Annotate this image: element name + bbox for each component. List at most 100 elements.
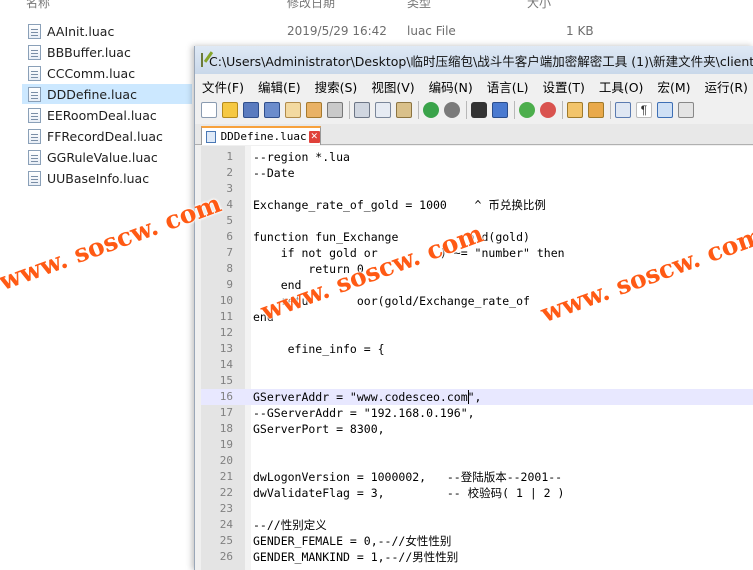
close-file-icon[interactable]	[285, 101, 301, 118]
zoom-in-icon[interactable]	[519, 101, 535, 118]
code-line[interactable]: 13 efine_info = {	[201, 341, 753, 357]
line-number: 9	[226, 278, 233, 291]
menu-file[interactable]: 文件(F)	[195, 77, 251, 96]
cut-icon[interactable]	[354, 101, 370, 118]
show-all-characters-icon[interactable]: ¶	[636, 101, 652, 118]
column-header-size[interactable]: 大小	[527, 0, 551, 11]
file-row[interactable]: UUBaseInfo.luac	[22, 168, 192, 188]
column-header-type[interactable]: 类型	[407, 0, 431, 11]
indent-guide-icon[interactable]	[657, 101, 673, 118]
code-line[interactable]: 23	[201, 501, 753, 517]
code-line[interactable]: 14	[201, 357, 753, 373]
tab-dddefine[interactable]: DDDefine.luac ✕	[201, 126, 321, 145]
save-all-icon[interactable]	[264, 101, 280, 118]
line-number: 1	[226, 150, 233, 163]
file-name: FFRecordDeal.luac	[47, 128, 163, 144]
code-line[interactable]: 5	[201, 213, 753, 229]
code-line[interactable]: 26 GENDER_MANKIND = 1,--//男性性别	[201, 549, 753, 565]
code-line[interactable]: 10 retu oor(gold/Exchange_rate_of	[201, 293, 753, 309]
code-text: return 0	[253, 262, 364, 276]
file-row[interactable]: FFRecordDeal.luac	[22, 126, 192, 146]
file-date: 2019/5/29 16:42	[287, 24, 387, 38]
line-number: 6	[226, 230, 233, 243]
menu-language[interactable]: 语言(L)	[480, 77, 536, 96]
code-line[interactable]: 3	[201, 181, 753, 197]
menu-view[interactable]: 视图(V)	[364, 77, 421, 96]
copy-icon[interactable]	[375, 101, 391, 118]
code-text: end	[253, 310, 274, 324]
code-line[interactable]: 19	[201, 437, 753, 453]
code-text: dwLogonVersion = 1000002, --登陆版本--2001--	[253, 470, 563, 484]
menu-encoding[interactable]: 编码(N)	[422, 77, 480, 96]
code-text: GServerAddr = "www.codesceo.com",	[253, 390, 482, 404]
code-line[interactable]: 1 --region *.lua	[201, 149, 753, 165]
file-icon	[28, 86, 41, 102]
code-line[interactable]: 25 GENDER_FEMALE = 0,--//女性性别	[201, 533, 753, 549]
sync-scroll-v-icon[interactable]	[567, 101, 583, 118]
menu-settings[interactable]: 设置(T)	[535, 77, 591, 96]
line-number: 11	[219, 310, 233, 323]
column-header-name[interactable]: 名称	[26, 0, 50, 11]
zoom-out-icon[interactable]	[540, 101, 556, 118]
menu-edit[interactable]: 编辑(E)	[251, 77, 308, 96]
code-line[interactable]: 17 --GServerAddr = "192.168.0.196",	[201, 405, 753, 421]
line-number: 2	[226, 166, 233, 179]
print-icon[interactable]	[327, 101, 343, 118]
file-icon	[28, 65, 41, 81]
file-row[interactable]: BBBuffer.luac	[22, 42, 192, 62]
line-number: 18	[219, 422, 233, 435]
redo-icon[interactable]	[444, 101, 460, 118]
code-line[interactable]: 16 GServerAddr = "www.codesceo.com",	[201, 389, 753, 405]
code-text: if not gold or ) ~= "number" then	[253, 246, 565, 260]
code-text: efine_info = {	[253, 342, 385, 356]
code-editor[interactable]: 1 --region *.lua 2 --Date 3 4 Exchange_rate_of…	[201, 146, 753, 570]
file-row[interactable]: GGRuleValue.luac	[22, 147, 192, 167]
code-line[interactable]: 6 function fun_Exchange old(gold)	[201, 229, 753, 245]
code-line[interactable]: 4 Exchange_rate_of_gold = 1000 ^ 币兑换比例	[201, 197, 753, 213]
title-bar[interactable]: C:\Users\Administrator\Desktop\临时压缩包\战斗牛…	[195, 46, 753, 74]
menu-search[interactable]: 搜索(S)	[308, 77, 365, 96]
paste-icon[interactable]	[396, 101, 412, 118]
undo-icon[interactable]	[423, 101, 439, 118]
sync-scroll-h-icon[interactable]	[588, 101, 604, 118]
code-line[interactable]: 12	[201, 325, 753, 341]
menu-tools[interactable]: 工具(O)	[592, 77, 651, 96]
line-number: 10	[219, 294, 233, 307]
code-line[interactable]: 18 GServerPort = 8300,	[201, 421, 753, 437]
close-all-icon[interactable]	[306, 101, 322, 118]
toolbar-divider	[418, 100, 419, 119]
new-file-icon[interactable]	[201, 101, 217, 118]
column-header-date[interactable]: 修改日期	[287, 0, 335, 11]
user-language-icon[interactable]	[678, 101, 694, 118]
code-line[interactable]: 11 end	[201, 309, 753, 325]
file-name: GGRuleValue.luac	[47, 149, 158, 165]
code-line[interactable]: 9 end	[201, 277, 753, 293]
close-tab-icon[interactable]: ✕	[308, 130, 320, 143]
file-name: AAInit.luac	[47, 23, 115, 39]
code-line[interactable]: 15	[201, 373, 753, 389]
file-icon	[28, 23, 41, 39]
code-line[interactable]: 22 dwValidateFlag = 3, -- 校验码( 1 | 2 )	[201, 485, 753, 501]
find-icon[interactable]	[471, 101, 487, 118]
line-number: 3	[226, 182, 233, 195]
file-row[interactable]: EERoomDeal.luac	[22, 105, 192, 125]
open-folder-icon[interactable]	[222, 101, 238, 118]
word-wrap-icon[interactable]	[615, 101, 631, 118]
line-number: 7	[226, 246, 233, 259]
file-row[interactable]: CCComm.luac	[22, 63, 192, 83]
document-icon	[206, 130, 216, 143]
code-line[interactable]: 24 --//性别定义	[201, 517, 753, 533]
save-icon[interactable]	[243, 101, 259, 118]
menu-macro[interactable]: 宏(M)	[650, 77, 697, 96]
code-line[interactable]: 8 return 0	[201, 261, 753, 277]
file-row-selected[interactable]: DDDefine.luac	[22, 84, 192, 104]
file-row[interactable]: AAInit.luac	[22, 21, 192, 41]
file-icon	[28, 44, 41, 60]
replace-icon[interactable]	[492, 101, 508, 118]
code-line[interactable]: 20	[201, 453, 753, 469]
file-name: UUBaseInfo.luac	[47, 170, 150, 186]
menu-run[interactable]: 运行(R)	[697, 77, 753, 96]
code-line[interactable]: 7 if not gold or ) ~= "number" then	[201, 245, 753, 261]
code-line[interactable]: 21 dwLogonVersion = 1000002, --登陆版本--2001…	[201, 469, 753, 485]
code-line[interactable]: 2 --Date	[201, 165, 753, 181]
